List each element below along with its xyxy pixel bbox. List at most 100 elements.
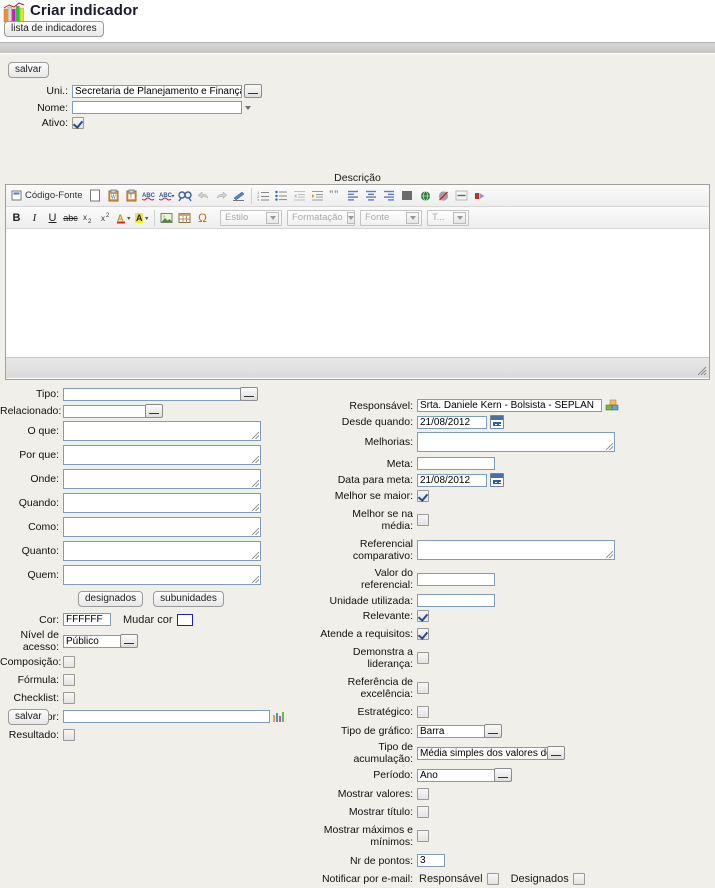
color-swatch[interactable] xyxy=(176,613,193,626)
formula-checkbox[interactable] xyxy=(63,674,75,686)
onde-textarea[interactable] xyxy=(63,469,261,489)
subunidades-button[interactable]: subunidades xyxy=(153,591,224,607)
meta-input[interactable] xyxy=(417,457,495,470)
melhorias-textarea[interactable] xyxy=(417,432,615,452)
referencial-comparativo-textarea[interactable] xyxy=(417,540,615,560)
resize-grip-icon[interactable] xyxy=(697,366,707,376)
uni-input[interactable]: Secretaria de Planejamento e Finanças xyxy=(72,84,242,98)
save-button-top[interactable]: salvar xyxy=(8,62,49,78)
save-button-bottom[interactable]: salvar xyxy=(8,709,49,725)
melhor-maior-checkbox[interactable] xyxy=(417,490,429,502)
oque-textarea[interactable] xyxy=(63,421,261,441)
outdent-icon[interactable] xyxy=(291,187,308,205)
lista-de-indicadores-button[interactable]: lista de indicadores xyxy=(4,21,104,37)
italic-icon[interactable]: I xyxy=(26,209,43,227)
underline-icon[interactable]: U xyxy=(44,209,61,227)
superscript-icon[interactable]: x2 xyxy=(98,209,115,227)
calendar-icon[interactable] xyxy=(490,415,504,429)
responsavel-input[interactable]: Srta. Daniele Kern - Bolsista - SEPLAN xyxy=(417,399,602,412)
relacionado-picker-button[interactable] xyxy=(145,404,163,418)
bulleted-list-icon[interactable] xyxy=(273,187,290,205)
periodo-picker-button[interactable] xyxy=(494,768,512,782)
style-select[interactable]: Estilo xyxy=(220,209,282,226)
format-select[interactable]: Formatação xyxy=(287,209,355,226)
checklist-checkbox[interactable] xyxy=(63,692,75,704)
align-left-icon[interactable] xyxy=(345,187,362,205)
chevron-down-icon[interactable] xyxy=(245,105,251,110)
paste-word-icon[interactable]: W xyxy=(105,187,122,205)
find-replace-icon[interactable] xyxy=(177,187,194,205)
nome-input[interactable] xyxy=(72,101,242,114)
resultado-checkbox[interactable] xyxy=(63,729,75,741)
tipo-grafico-picker-button[interactable] xyxy=(484,724,502,738)
calendar-icon[interactable] xyxy=(490,473,504,487)
new-page-icon[interactable] xyxy=(87,187,104,205)
lideranca-checkbox[interactable] xyxy=(417,652,429,664)
valor-referencial-input[interactable] xyxy=(417,572,495,586)
editor-content-area[interactable] xyxy=(6,229,709,357)
atende-requisitos-checkbox[interactable] xyxy=(417,628,429,640)
tipo-grafico-input[interactable]: Barra xyxy=(417,724,485,738)
redo-icon[interactable] xyxy=(213,187,230,205)
notificar-responsavel-checkbox[interactable] xyxy=(486,873,499,885)
bg-color-icon[interactable]: A xyxy=(134,209,151,227)
estrategico-checkbox[interactable] xyxy=(417,706,429,718)
porque-textarea[interactable] xyxy=(63,445,261,465)
font-select[interactable]: Fonte xyxy=(360,209,422,226)
superior-input[interactable] xyxy=(63,710,270,723)
tipo-acumulacao-input[interactable]: Média simples dos valores do período xyxy=(417,746,548,760)
anchor-icon[interactable] xyxy=(471,187,488,205)
special-char-icon[interactable]: Ω xyxy=(194,209,211,227)
link-icon[interactable] xyxy=(417,187,434,205)
blockquote-icon[interactable]: ”” xyxy=(327,187,344,205)
source-icon[interactable]: Código-Fonte xyxy=(8,187,86,205)
spellcheck-icon[interactable]: ABC xyxy=(141,187,158,205)
nivel-acesso-input[interactable]: Público xyxy=(63,634,121,648)
horizontal-rule-icon[interactable] xyxy=(453,187,470,205)
align-right-icon[interactable] xyxy=(381,187,398,205)
nr-pontos-input[interactable]: 3 xyxy=(417,854,445,867)
designados-button[interactable]: designados xyxy=(78,591,144,607)
image-icon[interactable] xyxy=(158,209,175,227)
numbered-list-icon[interactable]: 123 xyxy=(255,187,272,205)
text-color-icon[interactable]: A xyxy=(116,209,133,227)
quando-textarea[interactable] xyxy=(63,493,261,513)
align-center-icon[interactable] xyxy=(363,187,380,205)
subscript-icon[interactable]: x2 xyxy=(80,209,97,227)
nivel-acesso-picker-button[interactable] xyxy=(120,634,138,648)
mostrar-valores-checkbox[interactable] xyxy=(417,788,429,800)
desde-quando-input[interactable]: 21/08/2012 xyxy=(417,415,487,429)
tipo-acumulacao-picker-button[interactable] xyxy=(547,746,565,760)
mostrar-maxmin-checkbox[interactable] xyxy=(417,830,429,842)
periodo-input[interactable]: Ano xyxy=(417,768,495,782)
justify-icon[interactable] xyxy=(399,187,416,205)
unlink-icon[interactable] xyxy=(435,187,452,205)
indent-icon[interactable] xyxy=(309,187,326,205)
excelencia-checkbox[interactable] xyxy=(417,682,429,694)
remove-format-icon[interactable] xyxy=(231,187,248,205)
user-picker-icon[interactable] xyxy=(605,399,619,412)
relacionado-input[interactable] xyxy=(63,404,146,418)
size-select[interactable]: T... xyxy=(427,209,469,226)
composicao-checkbox[interactable] xyxy=(63,656,75,668)
quem-textarea[interactable] xyxy=(63,565,261,585)
cor-input[interactable]: FFFFFF xyxy=(63,613,111,626)
tipo-picker-button[interactable] xyxy=(240,387,258,401)
uni-picker-button[interactable] xyxy=(244,84,262,98)
bold-icon[interactable]: B xyxy=(8,209,25,227)
undo-icon[interactable] xyxy=(195,187,212,205)
como-textarea[interactable] xyxy=(63,517,261,537)
data-meta-input[interactable]: 21/08/2012 xyxy=(417,473,487,487)
quanto-textarea[interactable] xyxy=(63,541,261,561)
melhor-media-checkbox[interactable] xyxy=(417,514,429,526)
ativo-checkbox[interactable] xyxy=(72,117,84,129)
notificar-designados-checkbox[interactable] xyxy=(572,873,585,885)
strikethrough-icon[interactable]: abc xyxy=(62,209,79,227)
mostrar-titulo-checkbox[interactable] xyxy=(417,806,429,818)
chart-picker-icon[interactable] xyxy=(272,710,285,723)
table-icon[interactable] xyxy=(176,209,193,227)
relevante-checkbox[interactable] xyxy=(417,610,429,622)
unidade-utilizada-input[interactable] xyxy=(417,594,495,607)
paste-text-icon[interactable]: T xyxy=(123,187,140,205)
tipo-input[interactable] xyxy=(63,387,241,401)
